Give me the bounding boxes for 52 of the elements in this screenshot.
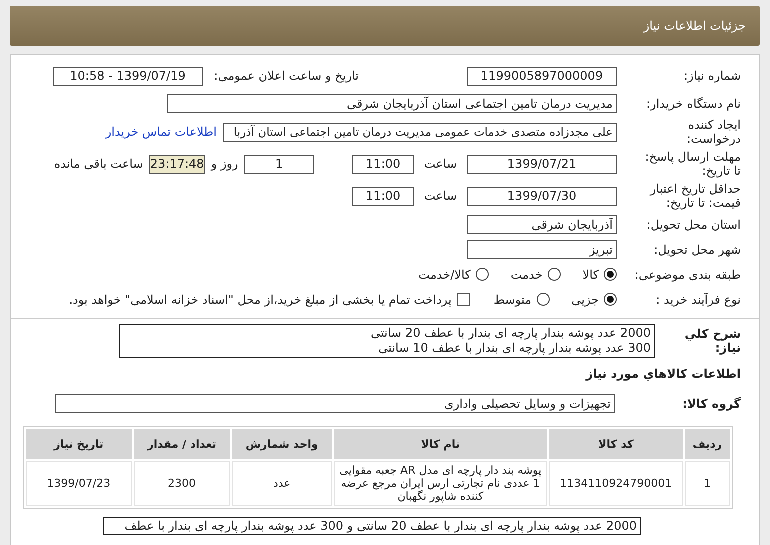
field-label: تاریخ و ساعت اعلان عمومی: xyxy=(213,69,359,83)
table-cell: 1 xyxy=(684,461,730,506)
buyer-contact-link[interactable]: اطلاعات تماس خریدار xyxy=(106,125,217,139)
goods-group-field: تجهیزات و وسایل تحصیلی واداری xyxy=(55,394,615,413)
time-label: ساعت xyxy=(424,189,457,203)
creator-field: علی مجدزاده متصدی خدمات عمومی مدیریت درمان تامین اجتماعی استان آذربا xyxy=(223,122,617,142)
table-cell: 2300 xyxy=(134,461,230,506)
validity-time-field: 11:00 xyxy=(352,186,414,206)
field-label: شرح کلي نياز: xyxy=(684,327,741,355)
table-cell: عدد xyxy=(232,461,332,506)
city-field: تبریز xyxy=(467,240,617,259)
column-header: تعداد / مقدار xyxy=(134,429,230,459)
validity-date-field: 1399/07/30 xyxy=(467,186,617,206)
table-cell: 1134110924790001 xyxy=(549,461,683,506)
column-header: تاریخ نیاز xyxy=(26,429,132,459)
category-radio[interactable]: کالا xyxy=(582,268,617,282)
description-box: 2000 عدد پوشه بندار پارچه ای بندار با عطف 20 سانتی 300 عدد پوشه بندار پارچه ای بندار با عطف 10 سانتی xyxy=(119,324,655,358)
field-label: طبقه بندی موضوعی: xyxy=(634,268,741,282)
column-header: کد کالا xyxy=(549,429,683,459)
section-heading: اطلاعات کالاهاي مورد نياز xyxy=(584,367,741,381)
field-label: گروه کالا: xyxy=(682,396,741,410)
deadline-time-field: 11:00 xyxy=(352,154,414,174)
field-label: شماره نیاز: xyxy=(683,69,741,83)
category-radio[interactable]: خدمت xyxy=(510,268,561,282)
remaining-label: ساعت باقی مانده xyxy=(54,157,144,171)
buyer-field: مدیریت درمان تامین اجتماعی استان آذربایجان شرقی xyxy=(167,94,617,113)
category-radio[interactable]: کالا/خدمت xyxy=(418,268,489,282)
column-header: واحد شمارش xyxy=(232,429,332,459)
need-number-field: 1199005897000009 xyxy=(467,66,617,86)
field-label: نوع فرآیند خرید : xyxy=(655,292,741,306)
time-label: ساعت xyxy=(424,157,457,171)
province-field: آذربایجان شرقی xyxy=(467,215,617,234)
page-title: جزئیات اطلاعات نیاز xyxy=(644,19,746,33)
days-label: روز و xyxy=(211,157,238,171)
field-label: استان محل تحویل: xyxy=(646,218,741,232)
note-box: 2000 عدد پوشه بندار پارچه ای بندار با عطف 20 سانتی و 300 عدد پوشه بندار پارچه ای بندار با عطف xyxy=(103,517,641,535)
table-cell: 1399/07/23 xyxy=(26,461,132,506)
column-header: نام کالا xyxy=(334,429,548,459)
remaining-time-field: 23:17:48 xyxy=(149,154,206,174)
treasury-checkbox[interactable]: پرداخت تمام یا بخشی از مبلغ خرید،از محل "اسناد خزانه اسلامی" خواهد بود. xyxy=(69,292,470,306)
column-header: ردیف xyxy=(684,429,730,459)
field-label: مهلت ارسال پاسخ: تا تاریخ: xyxy=(644,150,741,178)
field-label: ایجاد کننده درخواست: xyxy=(686,118,741,146)
announce-date-field: 1399/07/19 - 10:58 xyxy=(53,66,203,86)
field-label: شهر محل تحویل: xyxy=(653,242,741,256)
process-radio[interactable]: جزیی xyxy=(572,292,617,306)
field-label: نام دستگاه خریدار: xyxy=(646,96,741,110)
field-label: حداقل تاریخ اعتبار قیمت: تا تاریخ: xyxy=(648,182,741,210)
table-cell: پوشه بند دار پارچه ای مدل AR جعبه مقوایی 1 عددی نام تجارتی ارس ایران مرجع عرضه کننده شاپور نگهبان xyxy=(334,461,548,506)
process-radio[interactable]: متوسط xyxy=(494,292,550,306)
days-field: 1 xyxy=(244,154,314,174)
deadline-date-field: 1399/07/21 xyxy=(467,154,617,174)
